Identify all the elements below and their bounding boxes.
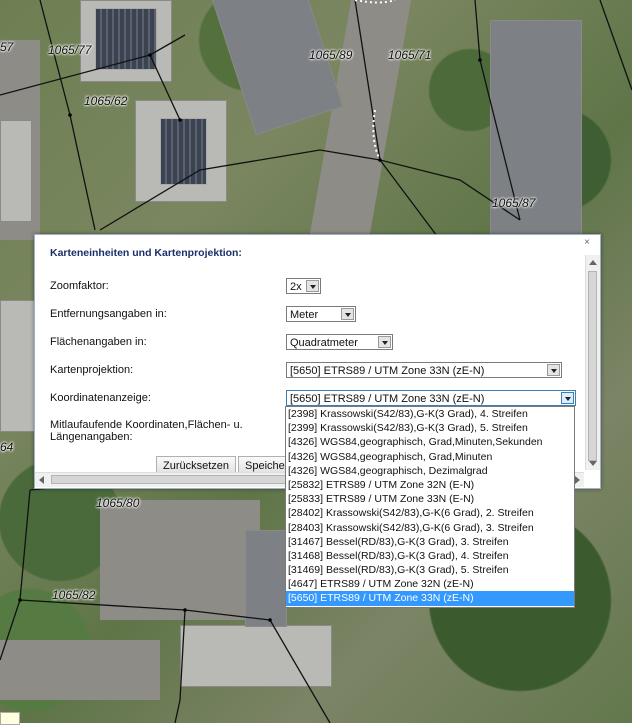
dropdown-option-selected[interactable]: [5650] ETRS89 / UTM Zone 33N (zE-N) xyxy=(286,591,574,606)
live-values-label-line1: Mitlaufaufende Koordinaten,Flächen- u. xyxy=(50,419,243,431)
dropdown-option[interactable]: [4326] WGS84,geographisch, Grad,Minuten,… xyxy=(286,435,574,449)
dropdown-option[interactable]: [31467] Bessel(RD/83),G-K(3 Grad), 3. St… xyxy=(286,535,574,549)
scroll-left-icon[interactable] xyxy=(39,476,44,484)
projection-value: [5650] ETRS89 / UTM Zone 33N (zE-N) xyxy=(290,365,485,377)
vertical-scrollbar[interactable] xyxy=(585,255,600,470)
chevron-down-icon[interactable] xyxy=(547,364,560,376)
dropdown-option[interactable]: [31468] Bessel(RD/83),G-K(3 Grad), 4. St… xyxy=(286,549,574,563)
dropdown-option[interactable]: [28402] Krassowski(S42/83),G-K(6 Grad), … xyxy=(286,506,574,520)
area-select[interactable]: Quadratmeter xyxy=(286,334,393,350)
projection-select[interactable]: [5650] ETRS89 / UTM Zone 33N (zE-N) xyxy=(286,362,562,378)
zoom-select[interactable]: 2x xyxy=(286,278,321,294)
coordinates-select[interactable]: [5650] ETRS89 / UTM Zone 33N (zE-N) xyxy=(286,390,576,406)
chevron-down-icon[interactable] xyxy=(306,280,319,292)
distance-select[interactable]: Meter xyxy=(286,306,356,322)
parcel-label: 1065/71 xyxy=(388,48,432,62)
scroll-up-icon[interactable] xyxy=(589,260,597,265)
parcel-label: 1065/82 xyxy=(52,588,96,602)
coordinates-dropdown-list[interactable]: [2398] Krassowski(S42/83),G-K(3 Grad), 4… xyxy=(285,406,575,608)
scroll-thumb[interactable] xyxy=(588,271,597,461)
dropdown-option[interactable]: [25833] ETRS89 / UTM Zone 33N (E-N) xyxy=(286,492,574,506)
dropdown-option[interactable]: [31469] Bessel(RD/83),G-K(3 Grad), 5. St… xyxy=(286,563,574,577)
dropdown-option[interactable]: [4647] ETRS89 / UTM Zone 32N (zE-N) xyxy=(286,577,574,591)
parcel-label: 1065/87 xyxy=(492,196,536,210)
parcel-label: 1065/80 xyxy=(96,496,140,510)
zoom-label: Zoomfaktor: xyxy=(50,280,109,292)
projection-label: Kartenprojektion: xyxy=(50,364,134,376)
map-corner-tag xyxy=(0,712,20,725)
scroll-down-icon[interactable] xyxy=(589,461,597,466)
parcel-label: 64 xyxy=(0,440,14,454)
dialog-title: Karteneinheiten und Kartenprojektion: xyxy=(50,247,242,259)
dropdown-option[interactable]: [25832] ETRS89 / UTM Zone 32N (E-N) xyxy=(286,478,574,492)
chevron-down-icon[interactable] xyxy=(561,392,574,404)
dropdown-option[interactable]: [2398] Krassowski(S42/83),G-K(3 Grad), 4… xyxy=(286,407,574,421)
live-values-label: Mitlaufaufende Koordinaten,Flächen- u. L… xyxy=(50,419,243,443)
parcel-label: 1065/89 xyxy=(309,48,353,62)
coordinates-label: Koordinatenanzeige: xyxy=(50,392,151,404)
dropdown-option[interactable]: [28403] Krassowski(S42/83),G-K(6 Grad), … xyxy=(286,521,574,535)
coordinates-value: [5650] ETRS89 / UTM Zone 33N (zE-N) xyxy=(290,393,485,405)
distance-value: Meter xyxy=(290,309,319,321)
parcel-label: 1065/62 xyxy=(84,94,128,108)
area-label: Flächenangaben in: xyxy=(50,336,147,348)
parcel-label: 1065/77 xyxy=(48,43,92,57)
dropdown-option[interactable]: [4326] WGS84,geographisch, Grad,Minuten xyxy=(286,450,574,464)
dropdown-option[interactable]: [2399] Krassowski(S42/83),G-K(3 Grad), 5… xyxy=(286,421,574,435)
chevron-down-icon[interactable] xyxy=(378,336,391,348)
chevron-down-icon[interactable] xyxy=(341,308,354,320)
close-icon[interactable]: × xyxy=(582,238,592,248)
scroll-right-icon[interactable] xyxy=(575,476,580,484)
parcel-label: 57 xyxy=(0,40,14,54)
zoom-value: 2x xyxy=(290,281,302,293)
distance-label: Entfernungsangaben in: xyxy=(50,308,167,320)
area-value: Quadratmeter xyxy=(290,337,358,349)
live-values-label-line2: Längenangaben: xyxy=(50,431,133,443)
dropdown-option[interactable]: [4326] WGS84,geographisch, Dezimalgrad xyxy=(286,464,574,478)
